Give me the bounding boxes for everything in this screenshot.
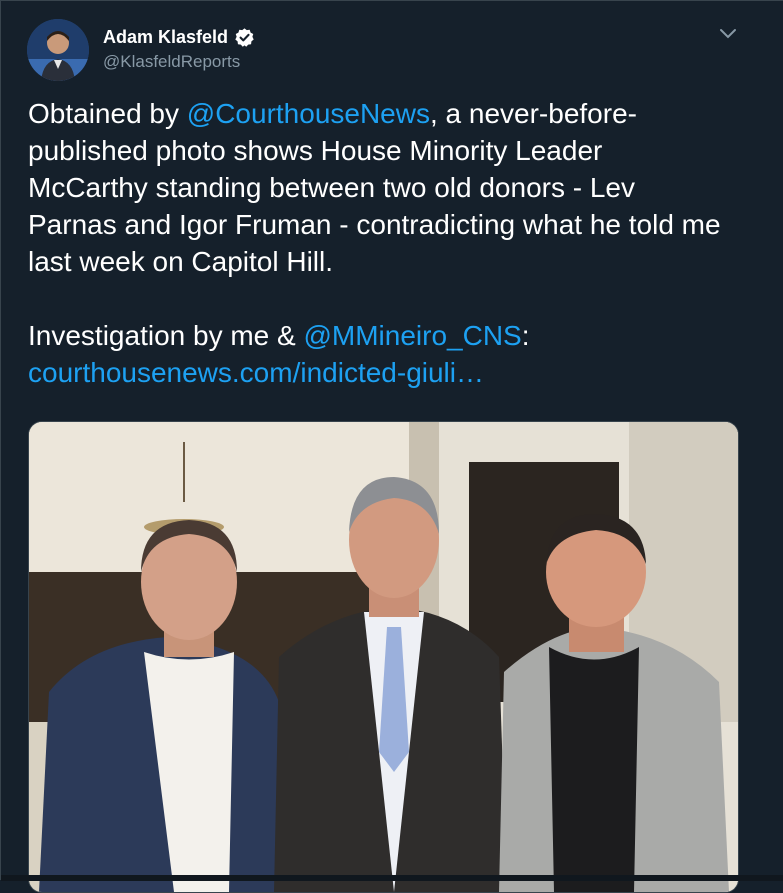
tweet-card[interactable]: Adam Klasfeld @KlasfeldReports Obtained … xyxy=(0,0,783,893)
avatar-photo-icon xyxy=(27,19,89,81)
verified-badge-icon xyxy=(234,27,255,48)
tweet-text-segment: Obtained by xyxy=(28,98,187,129)
author-display-name[interactable]: Adam Klasfeld xyxy=(103,27,228,48)
tweet-text-segment: : xyxy=(521,320,530,351)
mention-link[interactable]: @MMineiro_CNS xyxy=(303,320,521,351)
mention-link[interactable]: @CourthouseNews xyxy=(187,98,430,129)
tweet-photo[interactable] xyxy=(28,421,739,893)
tweet-paragraph-1: Obtained by @CourthouseNews, a never-bef… xyxy=(28,95,728,280)
bottom-edge xyxy=(1,875,783,881)
avatar[interactable] xyxy=(27,19,89,81)
author-name-row: Adam Klasfeld xyxy=(103,27,255,48)
tweet-text-segment: Investigation by me & xyxy=(28,320,304,351)
chevron-down-icon[interactable] xyxy=(717,25,739,43)
tweet-paragraph-2: Investigation by me & @MMineiro_CNS: cour… xyxy=(28,317,728,391)
author-handle[interactable]: @KlasfeldReports xyxy=(103,52,240,72)
tweet-text: Obtained by @CourthouseNews, a never-bef… xyxy=(28,95,728,391)
article-link[interactable]: courthousenews.com/indicted-giuli… xyxy=(28,357,484,388)
photo-three-men-icon xyxy=(29,422,738,892)
